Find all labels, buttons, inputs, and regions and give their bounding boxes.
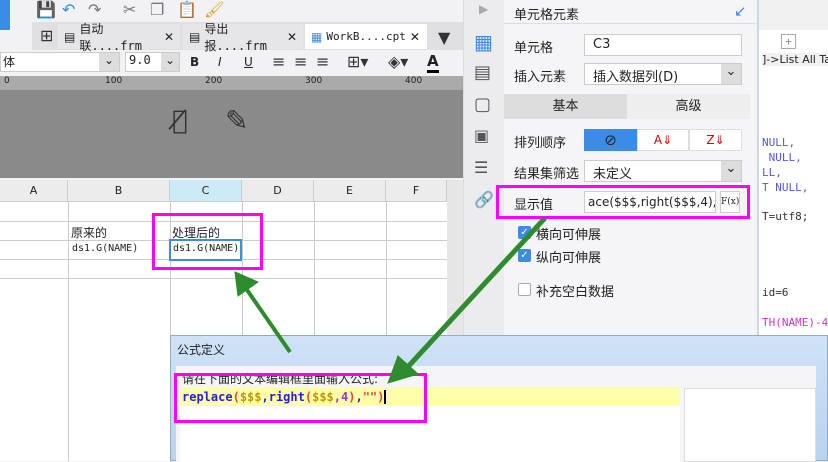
arrow-to-cell <box>243 285 292 354</box>
arrow-to-dialog <box>403 216 547 372</box>
annotation-arrows <box>234 216 547 384</box>
